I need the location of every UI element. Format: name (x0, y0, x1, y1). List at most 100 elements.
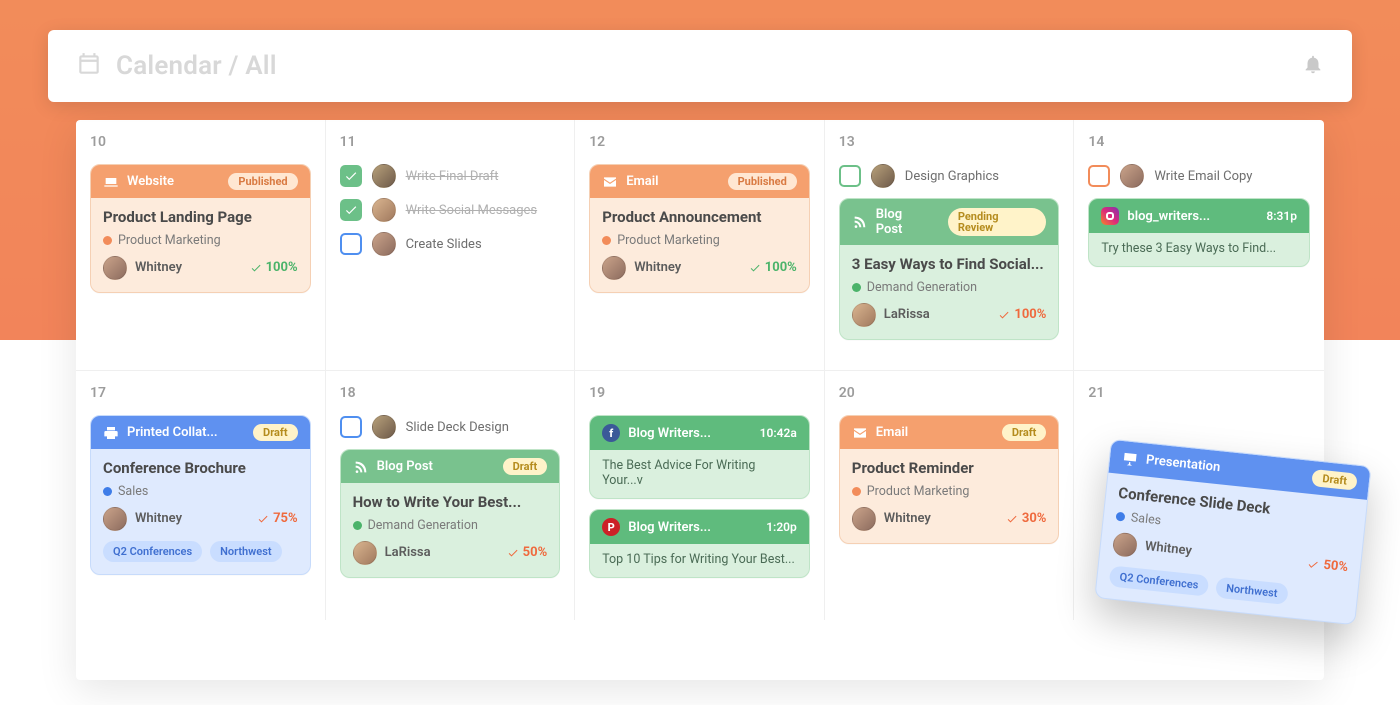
instagram-icon (1101, 207, 1119, 225)
status-badge: Draft (1002, 424, 1047, 441)
card-header: Email Draft (840, 416, 1059, 449)
card-header: Website Published (91, 165, 310, 198)
card-type-label: Email (876, 425, 908, 440)
task-row[interactable]: Write Email Copy (1088, 164, 1310, 188)
card-category: Product Marketing (852, 484, 1047, 499)
content-card-blog[interactable]: Blog Post Draft How to Write Your Best..… (340, 449, 561, 578)
card-title: Product Reminder (852, 459, 1047, 478)
card-title: Conference Brochure (103, 459, 298, 478)
rss-icon (353, 459, 369, 475)
pinterest-icon: P (602, 518, 620, 536)
avatar (852, 507, 876, 531)
category-dot-icon (602, 236, 611, 245)
avatar (372, 232, 396, 256)
day-number: 21 (1088, 385, 1310, 401)
task-label: Slide Deck Design (406, 420, 509, 435)
day-number: 20 (839, 385, 1060, 401)
checkbox-open-icon[interactable] (1088, 165, 1110, 187)
tag-list: Q2 Conferences Northwest (103, 541, 298, 562)
task-label: Write Social Messages (406, 203, 538, 218)
header-bar: Calendar / All (48, 30, 1352, 102)
avatar (372, 164, 396, 188)
content-card-email[interactable]: Email Draft Product Reminder Product Mar… (839, 415, 1060, 544)
checkbox-checked-icon[interactable] (340, 199, 362, 221)
assignee-row: Whitney 30% (852, 507, 1047, 531)
social-post-text: The Best Advice For Writing Your...v (602, 458, 797, 488)
progress-badge: 50% (507, 545, 548, 560)
social-post-text: Top 10 Tips for Writing Your Best... (602, 552, 797, 567)
checkbox-checked-icon[interactable] (340, 165, 362, 187)
social-card-facebook[interactable]: f Blog Writers... 10:42a The Best Advice… (589, 415, 810, 499)
assignee-name: Whitney (1144, 539, 1192, 559)
avatar (372, 198, 396, 222)
progress-badge: 50% (1307, 556, 1349, 575)
card-header: f Blog Writers... 10:42a (590, 416, 809, 450)
card-header: blog_writers... 8:31p (1089, 199, 1309, 233)
task-row[interactable]: Design Graphics (839, 164, 1060, 188)
notifications-icon[interactable] (1302, 53, 1324, 79)
page-title: Calendar / All (116, 51, 277, 81)
task-row[interactable]: Write Final Draft (340, 164, 561, 188)
social-card-pinterest[interactable]: P Blog Writers... 1:20p Top 10 Tips for … (589, 509, 810, 578)
status-badge: Draft (1312, 469, 1358, 491)
status-badge: Pending Review (948, 208, 1047, 236)
rss-icon (852, 214, 868, 230)
content-card-print[interactable]: Printed Collat... Draft Conference Broch… (90, 415, 311, 575)
checkbox-open-icon[interactable] (340, 233, 362, 255)
tag[interactable]: Northwest (1215, 576, 1288, 604)
tag[interactable]: Q2 Conferences (103, 541, 202, 562)
assignee-name: Whitney (135, 260, 182, 275)
day-number: 13 (839, 134, 1060, 150)
status-badge: Draft (503, 458, 548, 475)
assignee-row: Whitney 100% (602, 256, 797, 280)
calendar-day-cell[interactable]: 19 f Blog Writers... 10:42a The Best Adv… (575, 370, 825, 620)
card-category: Sales (103, 484, 298, 499)
assignee-name: Whitney (135, 511, 182, 526)
card-header: Blog Post Pending Review (840, 199, 1059, 245)
social-channel-label: blog_writers... (1127, 209, 1210, 224)
calendar-day-cell[interactable]: 17 Printed Collat... Draft Conference Br… (76, 370, 326, 620)
dragging-card[interactable]: Presentation Draft Conference Slide Deck… (1094, 439, 1371, 625)
progress-badge: 100% (749, 260, 797, 275)
card-type-label: Website (127, 174, 174, 189)
assignee-row: Whitney 100% (103, 256, 298, 280)
card-title: 3 Easy Ways to Find Social... (852, 255, 1047, 274)
task-row[interactable]: Create Slides (340, 232, 561, 256)
calendar-day-cell[interactable]: 10 Website Published Product Landing Pag… (76, 120, 326, 370)
calendar-day-cell[interactable]: 13 Design Graphics Blog Post Pending Rev… (825, 120, 1075, 370)
calendar-row: 10 Website Published Product Landing Pag… (76, 120, 1324, 370)
card-type-label: Blog Post (377, 459, 433, 474)
checkbox-open-icon[interactable] (839, 165, 861, 187)
day-number: 10 (90, 134, 311, 150)
social-card-instagram[interactable]: blog_writers... 8:31p Try these 3 Easy W… (1088, 198, 1310, 267)
task-row[interactable]: Write Social Messages (340, 198, 561, 222)
card-category: Product Marketing (103, 233, 298, 248)
progress-badge: 30% (1006, 511, 1047, 526)
calendar-day-cell[interactable]: 11 Write Final Draft Write Social Messag… (326, 120, 576, 370)
content-card-email[interactable]: Email Published Product Announcement Pro… (589, 164, 810, 293)
assignee-name: Whitney (634, 260, 681, 275)
task-label: Write Email Copy (1154, 169, 1252, 184)
facebook-icon: f (602, 424, 620, 442)
card-header: Blog Post Draft (341, 450, 560, 483)
assignee-row: LaRissa 50% (353, 541, 548, 565)
assignee-name: LaRissa (385, 545, 431, 560)
calendar-day-cell[interactable]: 12 Email Published Product Announcement (575, 120, 825, 370)
card-header: Email Published (590, 165, 809, 198)
status-badge: Draft (253, 424, 298, 441)
tag[interactable]: Q2 Conferences (1109, 565, 1210, 596)
printer-icon (103, 425, 119, 441)
day-number: 12 (589, 134, 810, 150)
calendar-day-cell[interactable]: 14 Write Email Copy blog_writers... 8:31… (1074, 120, 1324, 370)
avatar (353, 541, 377, 565)
task-row[interactable]: Slide Deck Design (340, 415, 561, 439)
tag[interactable]: Northwest (210, 541, 281, 562)
envelope-icon (602, 174, 618, 190)
content-card-website[interactable]: Website Published Product Landing Page P… (90, 164, 311, 293)
card-header: Printed Collat... Draft (91, 416, 310, 449)
calendar-day-cell[interactable]: 20 Email Draft Product Reminder (825, 370, 1075, 620)
day-number: 18 (340, 385, 561, 401)
checkbox-open-icon[interactable] (340, 416, 362, 438)
content-card-blog[interactable]: Blog Post Pending Review 3 Easy Ways to … (839, 198, 1060, 340)
calendar-day-cell[interactable]: 18 Slide Deck Design Blog Post Draft (326, 370, 576, 620)
